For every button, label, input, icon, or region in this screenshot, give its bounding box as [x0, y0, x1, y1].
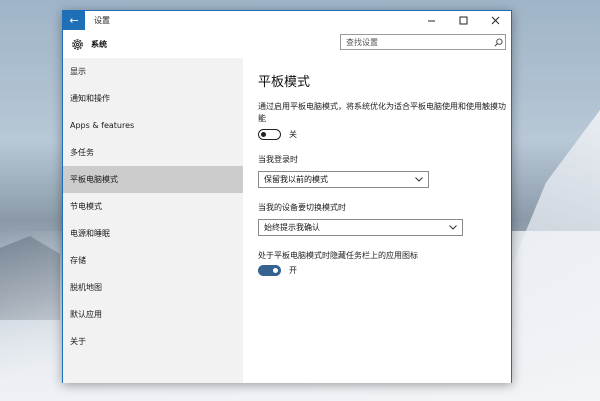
sidebar-item-power-sleep[interactable]: 电源和睡眠 [63, 220, 243, 247]
search-input[interactable]: 查找设置 [346, 37, 491, 48]
back-button[interactable]: ← [63, 11, 85, 30]
search-box[interactable]: 查找设置 [340, 34, 506, 50]
login-select[interactable]: 保留我以前的模式 [258, 171, 429, 188]
maximize-icon [459, 16, 467, 25]
close-icon [491, 16, 499, 25]
settings-header: 系统 查找设置 [63, 30, 511, 58]
minimize-icon [427, 20, 435, 22]
tablet-mode-toggle-row: 关 [258, 129, 511, 140]
hide-icons-toggle-label: 开 [289, 266, 297, 275]
settings-window: ← 设置 系统 查找设置 显示 通知和操作 Apps & features 多任… [62, 10, 512, 383]
close-button[interactable] [479, 11, 511, 30]
toggle-knob [261, 132, 266, 137]
sidebar-item-display[interactable]: 显示 [63, 58, 243, 85]
switch-select[interactable]: 始终提示我确认 [258, 219, 463, 236]
tablet-mode-description: 通过启用平板电脑模式，将系统优化为适合平板电脑使用和使用触摸功能 [258, 102, 506, 123]
sidebar-item-tablet-mode[interactable]: 平板电脑模式 [63, 166, 243, 193]
sidebar-item-battery-saver[interactable]: 节电模式 [63, 193, 243, 220]
minimize-button[interactable] [415, 11, 447, 30]
back-arrow-icon: ← [69, 14, 79, 27]
chevron-down-icon [449, 225, 457, 230]
sidebar-item-multitasking[interactable]: 多任务 [63, 139, 243, 166]
sidebar-item-apps[interactable]: Apps & features [63, 112, 243, 139]
login-label: 当我登录时 [258, 155, 298, 164]
sidebar-item-default-apps[interactable]: 默认应用 [63, 301, 243, 328]
hide-icons-toggle[interactable] [258, 265, 281, 276]
sidebar-item-offline-maps[interactable]: 脱机地图 [63, 274, 243, 301]
switch-label: 当我的设备要切换模式时 [258, 203, 346, 212]
gear-icon [69, 36, 85, 52]
tablet-mode-toggle[interactable] [258, 129, 281, 140]
sidebar: 显示 通知和操作 Apps & features 多任务 平板电脑模式 节电模式… [63, 58, 243, 383]
hide-icons-label: 处于平板电脑模式时隐藏任务栏上的应用图标 [258, 251, 418, 260]
tablet-mode-toggle-label: 关 [289, 130, 297, 139]
title-bar: ← 设置 [63, 11, 511, 30]
window-title: 设置 [94, 16, 110, 25]
content-pane: 平板模式 通过启用平板电脑模式，将系统优化为适合平板电脑使用和使用触摸功能 关 … [243, 58, 511, 383]
toggle-knob [273, 268, 278, 273]
page-title: 平板模式 [258, 75, 311, 90]
search-icon[interactable] [491, 37, 505, 47]
section-title: 系统 [91, 39, 107, 49]
sidebar-item-about[interactable]: 关于 [63, 328, 243, 355]
hide-icons-toggle-row: 开 [258, 265, 511, 276]
sidebar-item-storage[interactable]: 存储 [63, 247, 243, 274]
login-select-value: 保留我以前的模式 [264, 175, 328, 184]
chevron-down-icon [415, 177, 423, 182]
sidebar-item-notifications[interactable]: 通知和操作 [63, 85, 243, 112]
switch-select-value: 始终提示我确认 [264, 223, 320, 232]
maximize-button[interactable] [447, 11, 479, 30]
